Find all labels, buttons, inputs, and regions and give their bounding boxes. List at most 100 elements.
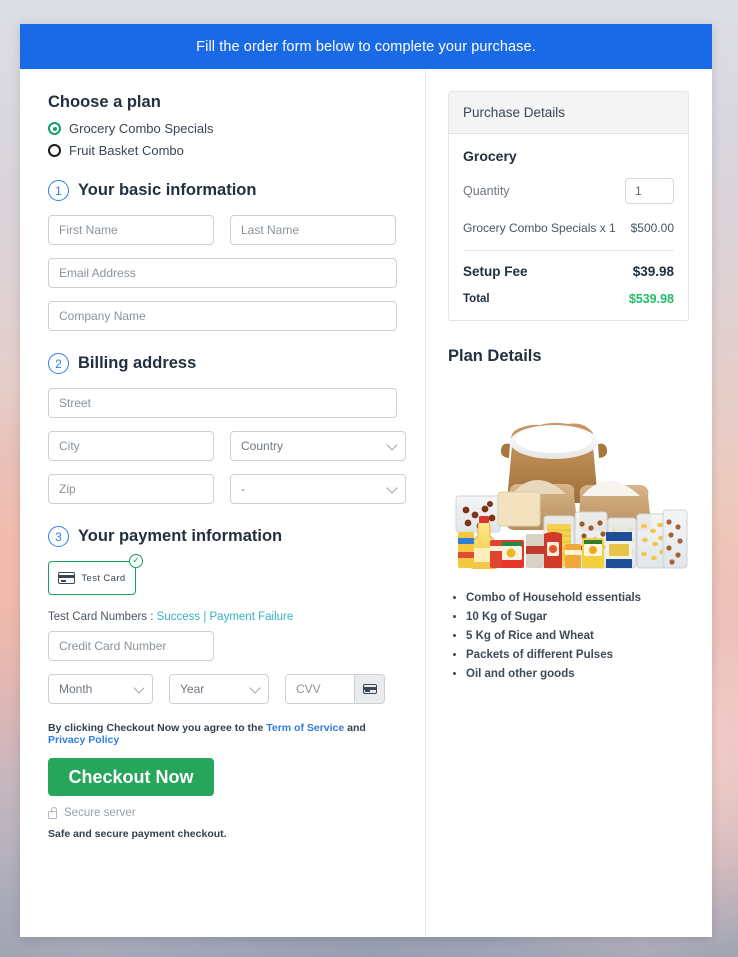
- radio-icon-selected[interactable]: [48, 122, 61, 135]
- choose-plan-title: Choose a plan: [48, 93, 161, 111]
- total-amount: $539.98: [628, 292, 674, 307]
- credit-card-icon: [58, 572, 76, 584]
- radio-icon-unselected[interactable]: [48, 144, 61, 157]
- company-name-input[interactable]: Company Name: [48, 301, 397, 331]
- line-item-name: Grocery Combo Specials x 1: [463, 221, 616, 235]
- expiry-month-select[interactable]: Month: [48, 674, 153, 704]
- term-of-service-link[interactable]: Term of Service: [266, 722, 344, 734]
- cvv-help-button[interactable]: [354, 675, 384, 703]
- line-item-amount: $500.00: [630, 221, 674, 235]
- step-title: Billing address: [78, 354, 197, 372]
- zip-input[interactable]: Zip: [48, 474, 214, 504]
- lock-icon: [48, 806, 57, 819]
- safe-checkout-note: Safe and secure payment checkout.: [48, 828, 227, 840]
- terms-middle: and: [344, 722, 366, 734]
- test-card-prefix: Test Card Numbers :: [48, 611, 157, 623]
- banner-text: Fill the order form below to complete yo…: [196, 38, 536, 55]
- purchase-details-header: Purchase Details: [449, 92, 688, 134]
- test-card-separator: |: [200, 611, 210, 623]
- street-field-row: Street: [48, 388, 397, 418]
- plan-option-grocery-combo-specials[interactable]: Grocery Combo Specials: [48, 121, 397, 136]
- step-number-badge: 3: [48, 526, 69, 547]
- product-group-title: Grocery: [463, 148, 517, 164]
- country-select-value: Country: [241, 439, 284, 453]
- expiry-year-value: Year: [180, 682, 205, 696]
- credit-card-number-row: Credit Card Number: [48, 631, 397, 661]
- page-background: Fill the order form below to complete yo…: [0, 0, 738, 957]
- expiry-year-select[interactable]: Year: [169, 674, 269, 704]
- step-number-badge: 2: [48, 353, 69, 374]
- order-form-column: Choose a plan Grocery Combo Specials Fru…: [20, 69, 426, 937]
- setup-fee-row: Setup Fee $39.98: [463, 251, 674, 292]
- test-card-success-link[interactable]: Success: [157, 611, 200, 623]
- cvv-input[interactable]: CVV: [286, 675, 354, 703]
- total-row: Total $539.98: [463, 292, 674, 306]
- quantity-label: Quantity: [463, 184, 510, 198]
- chevron-down-icon: [386, 482, 398, 494]
- checkout-now-button[interactable]: Checkout Now: [48, 758, 214, 796]
- test-card-numbers-line: Test Card Numbers : Success | Payment Fa…: [48, 611, 397, 623]
- quantity-input[interactable]: 1: [625, 178, 674, 204]
- list-item: Oil and other goods: [466, 665, 689, 684]
- step-header-payment-information: 3 Your payment information: [48, 526, 397, 547]
- list-item: 5 Kg of Rice and Wheat: [466, 627, 689, 646]
- plan-details-title: Plan Details: [448, 347, 542, 366]
- email-field-row: Email Address: [48, 258, 397, 288]
- step-header-billing-address: 2 Billing address: [48, 353, 397, 374]
- list-item: Combo of Household essentials: [466, 589, 689, 608]
- purchase-details-card: Purchase Details Grocery Quantity 1 Groc…: [448, 91, 689, 322]
- list-item: Packets of different Pulses: [466, 646, 689, 665]
- instruction-banner: Fill the order form below to complete yo…: [20, 24, 712, 69]
- list-item: 10 Kg of Sugar: [466, 608, 689, 627]
- setup-fee-label: Setup Fee: [463, 264, 528, 280]
- city-country-row: City Country: [48, 431, 406, 461]
- email-input[interactable]: Email Address: [48, 258, 397, 288]
- product-photo-svg: [455, 422, 688, 573]
- chevron-down-icon: [249, 682, 261, 694]
- step-number-badge: 1: [48, 180, 69, 201]
- secure-server-label: Secure server: [64, 807, 136, 819]
- plan-option-label: Grocery Combo Specials: [69, 121, 214, 136]
- setup-fee-amount: $39.98: [632, 264, 674, 280]
- step-title: Your payment information: [78, 527, 283, 545]
- city-input[interactable]: City: [48, 431, 214, 461]
- line-item-row: Grocery Combo Specials x 1 $500.00: [463, 220, 674, 252]
- chevron-down-icon: [133, 682, 145, 694]
- state-select[interactable]: -: [230, 474, 406, 504]
- expiry-month-value: Month: [59, 682, 93, 696]
- privacy-policy-link[interactable]: Privacy Policy: [48, 734, 119, 746]
- payment-method-label: Test Card: [81, 572, 126, 584]
- terms-prefix: By clicking Checkout Now you agree to th…: [48, 722, 267, 734]
- quantity-row: Quantity 1: [463, 178, 674, 204]
- name-field-row: First Name Last Name: [48, 215, 397, 245]
- grocery-combo-product-photo: [448, 384, 689, 573]
- terms-agreement-text: By clicking Checkout Now you agree to th…: [48, 722, 397, 746]
- total-label: Total: [463, 293, 490, 306]
- checkout-card: Fill the order form below to complete yo…: [20, 24, 712, 937]
- purchase-details-body: Grocery Quantity 1 Grocery Combo Special…: [449, 134, 688, 320]
- zip-state-row: Zip -: [48, 474, 406, 504]
- step-header-basic-information: 1 Your basic information: [48, 180, 397, 201]
- plan-option-fruit-basket-combo[interactable]: Fruit Basket Combo: [48, 143, 397, 158]
- payment-method-tile-wrapper: Test Card ✓: [48, 554, 143, 595]
- last-name-input[interactable]: Last Name: [230, 215, 396, 245]
- credit-card-number-input[interactable]: Credit Card Number: [48, 631, 214, 661]
- plan-features-list: Combo of Household essentials 10 Kg of S…: [466, 589, 689, 684]
- plan-option-label: Fruit Basket Combo: [69, 143, 184, 158]
- payment-method-test-card[interactable]: Test Card: [48, 561, 136, 595]
- country-select[interactable]: Country: [230, 431, 406, 461]
- expiry-cvv-row: Month Year CVV: [48, 674, 397, 704]
- step-title: Your basic information: [78, 181, 257, 199]
- state-select-value: -: [241, 482, 245, 496]
- summary-column: Purchase Details Grocery Quantity 1 Groc…: [426, 69, 711, 937]
- street-input[interactable]: Street: [48, 388, 397, 418]
- secure-server-row: Secure server: [48, 806, 397, 819]
- first-name-input[interactable]: First Name: [48, 215, 214, 245]
- credit-card-icon: [362, 684, 377, 694]
- cvv-field-group: CVV: [285, 674, 385, 704]
- chevron-down-icon: [386, 439, 398, 451]
- test-card-failure-link[interactable]: Payment Failure: [210, 611, 294, 623]
- card-columns: Choose a plan Grocery Combo Specials Fru…: [20, 69, 712, 937]
- company-field-row: Company Name: [48, 301, 397, 331]
- check-circle-icon: ✓: [129, 554, 143, 568]
